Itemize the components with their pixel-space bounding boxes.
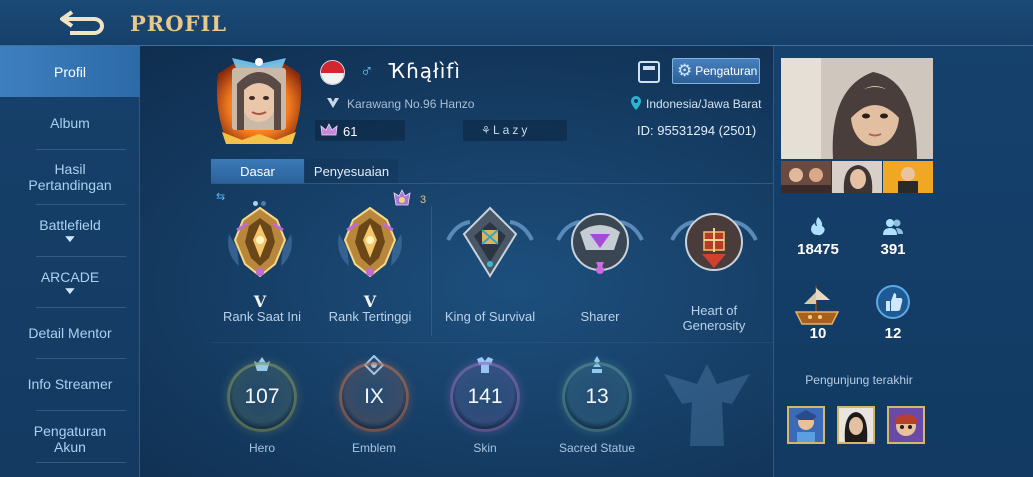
sidebar: Profil Album Hasil Pertandingan Battlefi…	[0, 46, 140, 477]
settings-label: Pengaturan	[695, 64, 758, 78]
sidebar-item-album[interactable]: Album	[0, 98, 140, 148]
sidebar-item-detail-mentor[interactable]: Detail Mentor	[0, 308, 140, 358]
title-badge-text: Lazy	[493, 123, 531, 137]
card-icon[interactable]	[638, 61, 660, 83]
fire-popularity-icon	[809, 216, 827, 241]
sidebar-item-label: Album	[50, 115, 90, 131]
back-arrow-icon[interactable]	[58, 6, 112, 38]
sidebar-item-label: Battlefield	[39, 217, 101, 233]
settings-button[interactable]: ⚙ Pengaturan	[672, 58, 760, 84]
profile-photo[interactable]	[781, 58, 933, 159]
sidebar-item-profil[interactable]: Profil	[0, 46, 140, 97]
rank-highest-label: Rank Tertinggi	[328, 309, 412, 324]
sidebar-item-info-streamer[interactable]: Info Streamer	[0, 359, 140, 409]
sidebar-divider	[36, 204, 126, 205]
tab-underline	[211, 183, 773, 184]
likes-count: 12	[884, 325, 902, 342]
visitor-avatar[interactable]	[887, 406, 925, 444]
skin-label: Skin	[473, 441, 497, 455]
profile-main-panel: ♂ Ҡɦąłìfì Karawang No.96 Hanzo 61 ⚘ Lazy…	[140, 46, 773, 477]
rank-current-icon[interactable]	[225, 204, 295, 284]
emblem-label: Emblem	[351, 441, 396, 455]
sharer-icon[interactable]	[552, 204, 648, 286]
swap-icon[interactable]: ⇆	[216, 190, 225, 203]
sidebar-item-label: Detail Mentor	[28, 325, 112, 341]
followers-count: 391	[880, 241, 906, 258]
visitor-avatar[interactable]	[837, 406, 875, 444]
sidebar-divider	[36, 256, 126, 257]
chevron-down-icon: ▼	[62, 286, 78, 297]
player-id: ID: 95531294 (2501)	[637, 123, 757, 138]
squad-icon	[326, 97, 340, 112]
gear-icon: ⚙	[677, 61, 693, 80]
king-of-survival-label: King of Survival	[444, 309, 536, 324]
flag-indonesia-icon	[320, 60, 345, 85]
like-icon[interactable]	[875, 284, 911, 325]
heart-of-generosity-icon[interactable]	[666, 204, 762, 286]
tab-penyesuaian[interactable]: Penyesuaian	[305, 159, 398, 183]
skin-count[interactable]: 141	[450, 362, 520, 432]
rank-highest-icon[interactable]	[335, 204, 405, 284]
sidebar-item-label: Hasil Pertandingan	[28, 161, 112, 193]
emblem-level[interactable]: IX	[339, 362, 409, 432]
sidebar-item-label: Pengaturan Akun	[33, 422, 107, 455]
wing-emblem-watermark-icon	[662, 354, 752, 454]
right-panel: 18475 391 10 12 Pengunjung terakhir	[773, 46, 1033, 477]
sidebar-item-arcade[interactable]: ARCADE ▼	[0, 258, 140, 308]
album-thumbnail[interactable]	[832, 161, 882, 193]
avatar[interactable]	[212, 54, 306, 146]
crown-points-icon	[320, 122, 338, 138]
player-name: Ҡɦąłìfì	[388, 59, 461, 83]
followers-icon	[882, 218, 904, 241]
album-thumbnail[interactable]	[781, 161, 831, 193]
rank-current-label: Rank Saat Ini	[222, 309, 302, 324]
sidebar-item-label: Profil	[54, 63, 86, 80]
heart-of-generosity-label: Heart of Generosity	[682, 303, 746, 333]
album-thumbnail[interactable]	[883, 161, 933, 193]
page-dots	[253, 193, 273, 206]
location-pin-icon	[629, 95, 643, 114]
visitor-avatar[interactable]	[787, 406, 825, 444]
male-gender-icon: ♂	[360, 61, 374, 81]
recent-visitors-label: Pengunjung terakhir	[805, 373, 913, 387]
king-of-survival-icon[interactable]	[442, 204, 538, 286]
points-value: 61	[343, 124, 358, 139]
sidebar-item-label: Info Streamer	[27, 376, 113, 392]
sidebar-item-hasil-pertandingan[interactable]: Hasil Pertandingan	[0, 150, 140, 204]
hero-count[interactable]: 107	[227, 362, 297, 432]
hero-label: Hero	[248, 441, 275, 455]
star-count: 3	[420, 194, 427, 206]
sacred-statue-label: Sacred Statue	[558, 441, 636, 455]
chevron-down-icon: ▼	[62, 234, 78, 245]
sidebar-item-pengaturan-akun[interactable]: Pengaturan Akun	[0, 411, 140, 466]
ship-count: 10	[809, 325, 827, 342]
top-bar: PROFIL	[0, 0, 1033, 46]
sacred-statue-count[interactable]: 13	[562, 362, 632, 432]
sharer-label: Sharer	[580, 309, 620, 324]
section-divider	[211, 342, 773, 343]
sidebar-item-label: ARCADE	[40, 269, 100, 285]
tab-dasar[interactable]: Dasar	[211, 159, 304, 183]
sidebar-divider	[36, 462, 126, 463]
sprout-icon: ⚘	[481, 125, 491, 137]
popularity-count: 18475	[797, 241, 839, 258]
badge-divider	[431, 206, 432, 336]
page-title: PROFIL	[130, 11, 228, 36]
player-location: Indonesia/Jawa Barat	[646, 97, 762, 111]
squad-name[interactable]: Karawang No.96 Hanzo	[347, 97, 474, 111]
sidebar-item-battlefield[interactable]: Battlefield ▼	[0, 206, 140, 256]
